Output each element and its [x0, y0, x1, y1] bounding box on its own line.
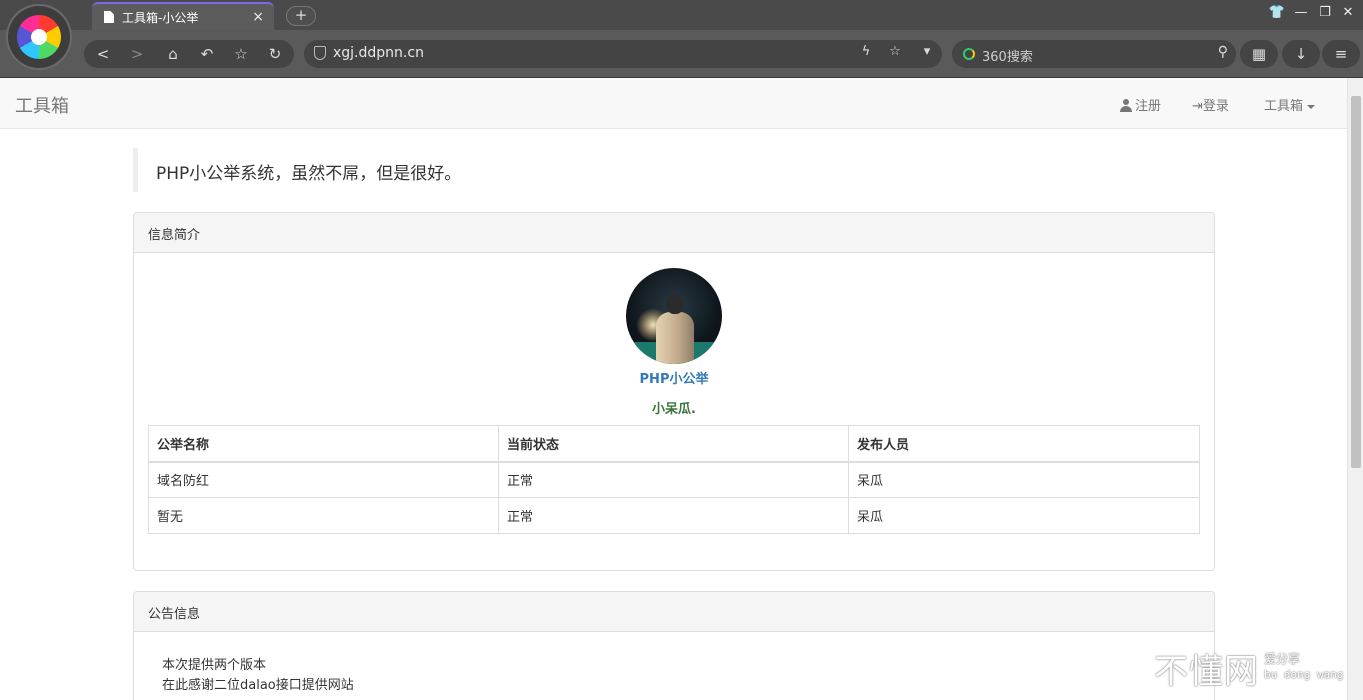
table-cell: 正常 — [498, 497, 849, 534]
address-bar[interactable]: xgj.ddpnn.cn ϟ ☆ ▾ — [304, 40, 942, 68]
register-label: 注册 — [1135, 99, 1162, 114]
tab-close-button[interactable]: × — [252, 9, 264, 25]
notice-panel: 公告信息 本次提供两个版本 在此感谢二位dalao接口提供网站 — [133, 591, 1215, 700]
shield-icon — [314, 46, 326, 60]
avatar-figure-body — [656, 312, 694, 364]
table-row: 暂无 正常 呆瓜 — [148, 497, 1200, 534]
bookmark-star-icon[interactable]: ☆ — [885, 44, 905, 59]
info-panel-title: 信息简介 — [134, 213, 1214, 253]
tools-dropdown[interactable]: 工具箱 — [1264, 95, 1316, 114]
undo-close-icon[interactable]: ↶ — [194, 43, 220, 65]
info-table: 公举名称 当前状态 发布人员 域名防红 正常 呆瓜 暂无 正常 呆瓜 — [148, 425, 1200, 534]
chevron-down-icon[interactable]: ▾ — [917, 44, 937, 59]
column-header: 公举名称 — [148, 425, 499, 463]
login-label: 登录 — [1202, 99, 1229, 114]
search-icon[interactable]: ⚲ — [1218, 44, 1228, 60]
apps-icon[interactable]: ▦ — [1240, 40, 1278, 68]
watermark-main: 不懂网 — [1154, 652, 1259, 692]
document-icon — [104, 11, 114, 23]
360-search-icon — [963, 48, 975, 60]
notice-line: 在此感谢二位dalao接口提供网站 — [162, 678, 354, 693]
site-brand[interactable]: 工具箱 — [15, 92, 69, 118]
user-icon — [1120, 99, 1132, 112]
download-icon[interactable]: ↓ — [1282, 40, 1320, 68]
table-row: 域名防红 正常 呆瓜 — [148, 461, 1200, 498]
table-header-row: 公举名称 当前状态 发布人员 — [148, 425, 1200, 463]
notice-line: 本次提供两个版本 — [162, 658, 267, 673]
table-cell: 呆瓜 — [848, 497, 1200, 534]
tools-label: 工具箱 — [1264, 99, 1304, 114]
bolt-icon[interactable]: ϟ — [856, 44, 876, 59]
skin-icon[interactable]: 👕 — [1268, 5, 1286, 20]
tab-title: 工具箱-小公举 — [122, 10, 199, 25]
page-scrollbar[interactable] — [1347, 78, 1363, 700]
watermark-sub: 爱分享 — [1264, 652, 1301, 666]
refresh-icon[interactable]: ↻ — [262, 43, 288, 65]
restore-button[interactable]: ❐ — [1316, 5, 1334, 20]
column-header: 当前状态 — [498, 425, 849, 463]
site-navbar: 工具箱 注册 ⇥登录 工具箱 — [0, 78, 1347, 129]
close-window-button[interactable]: ✕ — [1339, 5, 1357, 20]
back-button[interactable]: < — [90, 43, 116, 65]
home-icon[interactable]: ⌂ — [160, 43, 186, 65]
column-header: 发布人员 — [848, 425, 1200, 463]
360-logo-icon — [17, 15, 61, 59]
new-tab-button[interactable]: + — [286, 6, 316, 26]
search-placeholder[interactable]: 360搜索 — [982, 46, 1033, 65]
nav-button-group: < > ⌂ ↶ ☆ ↻ — [84, 40, 294, 68]
browser-chrome: 工具箱-小公举 × + 👕 — ❐ ✕ < > ⌂ ↶ ☆ ↻ xgj.ddpn… — [0, 0, 1363, 78]
table-cell: 呆瓜 — [848, 461, 1200, 498]
watermark-pinyin: bu dong wang — [1264, 668, 1344, 681]
login-icon: ⇥ — [1192, 99, 1203, 114]
site-watermark: 不懂网 爱分享 bu dong wang — [1154, 644, 1343, 693]
info-panel: 信息简介 PHP小公举 小呆瓜. 公举名称 当前状态 发布人员 域名防红 正常 — [133, 212, 1215, 571]
site-slogan: PHP小公举系统，虽然不屌，但是很好。 — [133, 148, 1214, 192]
page-content: 工具箱 注册 ⇥登录 工具箱 PHP小公举系统，虽然不屌，但是很好。 信息简介 … — [0, 78, 1363, 700]
tab-strip: 工具箱-小公举 × + 👕 — ❐ ✕ — [0, 0, 1363, 30]
profile-nickname: 小呆瓜. — [652, 402, 696, 417]
login-link[interactable]: ⇥登录 — [1192, 95, 1229, 114]
browser-logo[interactable] — [8, 6, 70, 68]
notice-body: 本次提供两个版本 在此感谢二位dalao接口提供网站 — [162, 656, 354, 696]
notice-panel-title: 公告信息 — [134, 592, 1214, 632]
browser-tab[interactable]: 工具箱-小公举 × — [92, 2, 274, 30]
profile-name-link[interactable]: PHP小公举 — [134, 368, 1214, 387]
favorites-icon[interactable]: ☆ — [228, 43, 254, 65]
register-link[interactable]: 注册 — [1120, 95, 1161, 114]
menu-icon[interactable]: ≡ — [1322, 40, 1360, 68]
browser-toolbar: < > ⌂ ↶ ☆ ↻ xgj.ddpnn.cn ϟ ☆ ▾ 360搜索 ⚲ ▦… — [0, 30, 1363, 78]
scrollbar-thumb[interactable] — [1351, 96, 1361, 468]
url-text[interactable]: xgj.ddpnn.cn — [333, 45, 424, 61]
table-cell: 暂无 — [148, 497, 499, 534]
search-box[interactable]: 360搜索 ⚲ — [952, 40, 1236, 68]
minimize-button[interactable]: — — [1292, 5, 1310, 20]
forward-button[interactable]: > — [124, 43, 150, 65]
caret-down-icon — [1307, 104, 1316, 109]
table-cell: 正常 — [498, 461, 849, 498]
table-cell: 域名防红 — [148, 461, 499, 498]
avatar — [626, 268, 722, 364]
avatar-figure-head — [666, 294, 684, 314]
